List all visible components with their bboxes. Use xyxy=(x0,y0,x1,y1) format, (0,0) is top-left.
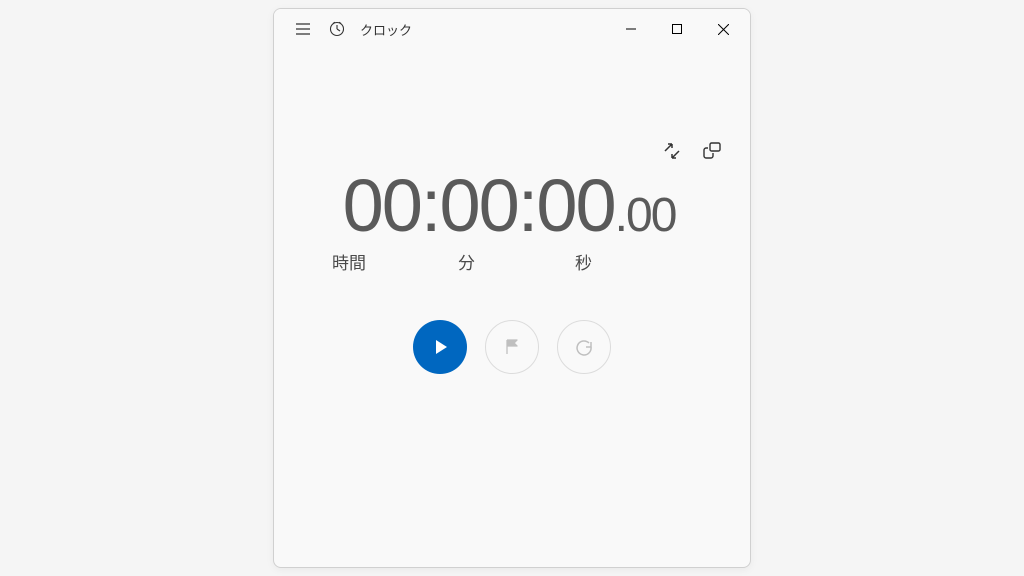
time-minutes: 00 xyxy=(439,169,517,243)
app-title: クロック xyxy=(360,20,412,39)
lap-button[interactable] xyxy=(485,320,539,374)
compact-overlay-button[interactable] xyxy=(702,141,722,161)
close-icon xyxy=(718,24,729,35)
time-display: 00 : 00 : 00 . 00 xyxy=(288,169,730,243)
time-sep: : xyxy=(518,169,537,243)
compact-overlay-icon xyxy=(703,142,721,160)
expand-icon xyxy=(663,142,681,160)
menu-button[interactable] xyxy=(286,12,320,46)
time-labels: 時間 分 秒 xyxy=(294,249,730,274)
minimize-icon xyxy=(626,24,636,34)
label-hours: 時間 xyxy=(332,249,366,274)
app-window: クロック xyxy=(273,8,751,568)
titlebar: クロック xyxy=(274,9,750,49)
label-seconds: 秒 xyxy=(575,249,592,274)
content-area: 00 : 00 : 00 . 00 時間 分 秒 xyxy=(274,49,750,567)
minimize-button[interactable] xyxy=(608,9,654,49)
start-button[interactable] xyxy=(413,320,467,374)
time-hours: 00 xyxy=(343,169,421,243)
expand-button[interactable] xyxy=(662,141,682,161)
maximize-button[interactable] xyxy=(654,9,700,49)
close-button[interactable] xyxy=(700,9,746,49)
reset-icon xyxy=(574,337,594,357)
time-seconds: 00 xyxy=(536,169,614,243)
reset-button[interactable] xyxy=(557,320,611,374)
maximize-icon xyxy=(672,24,682,34)
time-sep: : xyxy=(421,169,440,243)
app-icon xyxy=(328,20,346,38)
play-icon xyxy=(430,337,450,357)
time-dot: . xyxy=(615,192,626,240)
hamburger-icon xyxy=(295,21,311,37)
flag-icon xyxy=(502,337,522,357)
controls-row xyxy=(294,320,730,374)
time-centiseconds: 00 xyxy=(626,192,675,240)
label-minutes: 分 xyxy=(458,249,475,274)
